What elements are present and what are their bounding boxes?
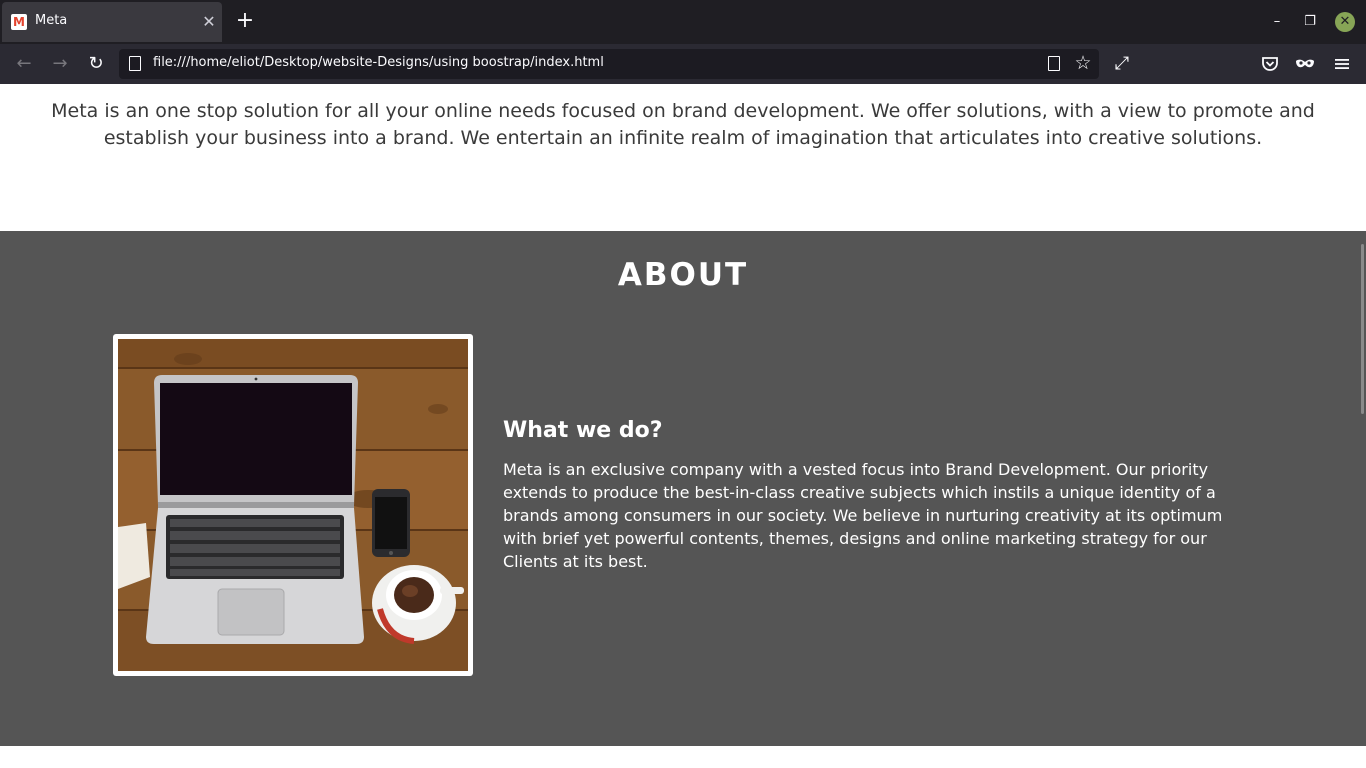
intro-text: Meta is an one stop solution for all you…: [51, 100, 1315, 149]
back-button[interactable]: ←: [12, 52, 36, 76]
about-description: Meta is an exclusive company with a vest…: [503, 460, 1223, 571]
browser-tab[interactable]: M Meta ✕: [2, 2, 222, 42]
about-title: ABOUT: [617, 257, 749, 293]
tab-close-icon[interactable]: ✕: [200, 13, 218, 31]
new-tab-button[interactable]: +: [234, 10, 256, 33]
url-bar[interactable]: file:///home/eliot/Desktop/website-Desig…: [119, 49, 1099, 79]
maximize-button[interactable]: ❐: [1300, 12, 1320, 32]
pocket-icon[interactable]: [1258, 52, 1282, 76]
minimize-button[interactable]: –: [1267, 12, 1287, 32]
browser-tab-bar: M Meta ✕ + – ❐ ✕: [0, 0, 1366, 44]
hamburger-icon[interactable]: [1330, 52, 1354, 76]
about-section: ABOUT What we do? Meta is an exclusive c…: [0, 231, 1366, 746]
star-icon[interactable]: ☆: [1072, 52, 1094, 74]
about-heading: What we do?: [503, 418, 663, 443]
about-image: [113, 334, 473, 676]
reload-button[interactable]: ↻: [84, 52, 108, 76]
web-page: Meta is an one stop solution for all you…: [0, 84, 1366, 768]
close-window-button[interactable]: ✕: [1335, 12, 1355, 32]
private-mask-icon[interactable]: [1293, 52, 1317, 76]
url-text[interactable]: file:///home/eliot/Desktop/website-Desig…: [153, 55, 604, 70]
page-scrollbar[interactable]: [1361, 244, 1364, 414]
reader-view-icon[interactable]: [1048, 56, 1060, 71]
tab-title: Meta: [35, 13, 68, 28]
laptop-desk-image: [118, 339, 468, 671]
gmail-m-icon: M: [11, 14, 27, 30]
page-icon: [129, 56, 141, 71]
forward-button[interactable]: →: [48, 52, 72, 76]
fullscreen-icon[interactable]: ⤢: [1110, 52, 1134, 76]
